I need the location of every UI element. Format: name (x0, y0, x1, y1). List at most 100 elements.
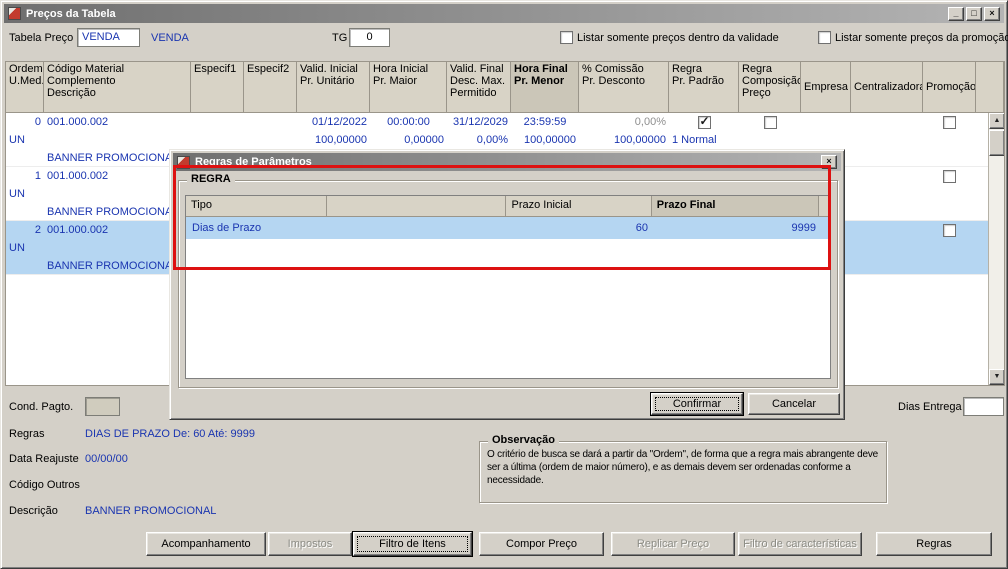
close-button[interactable]: × (984, 6, 1000, 21)
cancelar-button[interactable]: Cancelar (748, 393, 840, 415)
compor-preco-button[interactable]: Compor Preço (479, 532, 604, 556)
tabela-preco-input[interactable]: VENDA (77, 28, 140, 47)
listar-validade-label[interactable]: Listar somente preços dentro da validade (577, 32, 779, 44)
impostos-button[interactable]: Impostos (268, 532, 352, 556)
cell-pr-desconto: 100,00000 (614, 134, 666, 146)
col-header-empresa[interactable]: Empresa (801, 62, 851, 112)
col-header-prazo-inicial[interactable]: Prazo Inicial (506, 196, 652, 216)
cond-pagto-input[interactable] (85, 397, 120, 416)
observacao-text: O critério de busca se dará a partir da … (487, 449, 878, 486)
regras-value: DIAS DE PRAZO De: 60 Até: 9999 (85, 428, 255, 440)
regra-grid-row[interactable]: Dias de Prazo 60 9999 (186, 217, 830, 239)
col-header-hora-final[interactable]: Hora Final Pr. Menor (511, 62, 579, 112)
cell-ordem: 0 (34, 116, 41, 128)
cell-tipo: Dias de Prazo (192, 222, 262, 234)
window-title: Preços da Tabela (26, 7, 116, 20)
col-header-filler (819, 196, 830, 216)
scroll-up-icon[interactable]: ▲ (989, 113, 1004, 129)
dialog-title: Regras de Parâmetros (195, 156, 312, 168)
col-header-prazo-final[interactable]: Prazo Final (651, 196, 819, 216)
filtro-caracteristicas-button[interactable]: Filtro de características (738, 532, 862, 556)
filtro-itens-button[interactable]: Filtro de Itens (353, 532, 472, 556)
data-reajuste-value: 00/00/00 (85, 453, 128, 465)
dias-entrega-input[interactable] (963, 397, 1004, 416)
data-reajuste-label: Data Reajuste (9, 453, 79, 465)
main-window: Preços da Tabela _ □ × Tabela Preço VEND… (0, 0, 1008, 569)
observacao-title: Observação (488, 434, 559, 446)
descricao-value: BANNER PROMOCIONAL (85, 505, 217, 517)
regra-group: REGRA Tipo Prazo Inicial Prazo Final Dia… (178, 173, 838, 388)
col-header-centralizadora[interactable]: Centralizadora (851, 62, 923, 112)
vertical-scrollbar[interactable]: ▲ ▼ (988, 113, 1004, 385)
regras-parametros-dialog: Regras de Parâmetros × REGRA Tipo Prazo … (169, 149, 845, 420)
col-header-regra-padrao[interactable]: Regra Pr. Padrão (669, 62, 739, 112)
regra-grid-header: Tipo Prazo Inicial Prazo Final (186, 196, 830, 217)
minimize-button[interactable]: _ (948, 6, 964, 21)
col-header-comissao[interactable]: % Comissão Pr. Desconto (579, 62, 669, 112)
grid-header: Ordem U.Med. Código Material Complemento De… (5, 61, 1005, 113)
regra-grid: Tipo Prazo Inicial Prazo Final Dias de P… (185, 195, 831, 379)
cell-ordem: 2 (34, 224, 41, 236)
col-header-codigo-material[interactable]: Código Material Complemento Descrição (44, 62, 191, 112)
promocao-checkbox[interactable] (943, 115, 956, 129)
regras-button[interactable]: Regras (876, 532, 992, 556)
dialog-titlebar[interactable]: Regras de Parâmetros × (173, 153, 841, 171)
cell-pr-maior: 0,00000 (404, 134, 444, 146)
confirmar-button[interactable]: Confirmar (651, 393, 743, 415)
main-titlebar[interactable]: Preços da Tabela _ □ × (4, 4, 1004, 23)
observacao-group: Observação O critério de busca se dará a… (479, 434, 887, 503)
regras-label: Regras (9, 428, 45, 440)
cell-desc-max: 0,00% (476, 134, 508, 146)
acompanhamento-button[interactable]: Acompanhamento (146, 532, 266, 556)
col-header-hora-inicial[interactable]: Hora Inicial Pr. Maior (370, 62, 447, 112)
regra-composicao-checkbox[interactable] (763, 115, 777, 129)
listar-promocao-checkbox[interactable] (818, 31, 831, 44)
dialog-icon (177, 155, 190, 169)
regra-padrao-checkbox[interactable] (697, 114, 711, 129)
col-header-ordem[interactable]: Ordem U.Med. (6, 62, 44, 112)
listar-promocao-label[interactable]: Listar somente preços da promoção (835, 32, 1008, 44)
regra-group-label: REGRA (187, 173, 235, 185)
col-header-filler (976, 62, 1004, 112)
promocao-checkbox[interactable] (943, 169, 956, 183)
cell-prazo-inicial: 60 (635, 222, 648, 234)
dialog-close-button[interactable]: × (821, 155, 837, 169)
descricao-label: Descrição (9, 505, 58, 517)
cell-valid-final: 31/12/2029 (452, 116, 508, 128)
col-header-especif1[interactable]: Especif1 (191, 62, 244, 112)
tabela-preco-desc: VENDA (151, 32, 189, 44)
cell-pr-unitario: 100,00000 (315, 134, 367, 146)
scroll-down-icon[interactable]: ▼ (989, 369, 1004, 385)
col-header-blank[interactable] (327, 196, 507, 216)
cell-umed: UN (9, 134, 25, 146)
cell-hora-final: 23:59:59 (523, 116, 567, 128)
cell-valid-inicial: 01/12/2022 (311, 116, 367, 128)
dias-entrega-label: Dias Entrega (898, 401, 962, 413)
cell-ordem: 1 (34, 170, 41, 182)
cell-codigo: 001.000.002 (47, 116, 109, 128)
listar-validade-checkbox[interactable] (560, 31, 573, 44)
cell-hora-inicial: 00:00:00 (387, 116, 430, 128)
tg-input[interactable]: 0 (349, 28, 390, 47)
cell-umed: UN (9, 188, 25, 200)
col-header-valid-final[interactable]: Valid. Final Desc. Max. Permitido (447, 62, 511, 112)
cell-pr-menor: 100,00000 (524, 134, 576, 146)
app-icon (8, 7, 21, 20)
col-header-especif2[interactable]: Especif2 (244, 62, 297, 112)
col-header-promocao[interactable]: Promoção (923, 62, 976, 112)
promocao-checkbox[interactable] (943, 223, 956, 237)
cond-pagto-label: Cond. Pagto. (9, 401, 74, 413)
codigo-outros-label: Código Outros (9, 479, 80, 491)
replicar-preco-button[interactable]: Replicar Preço (611, 532, 735, 556)
cell-umed: UN (9, 242, 25, 254)
col-header-tipo[interactable]: Tipo (186, 196, 328, 216)
col-header-regra-composicao[interactable]: Regra Composição Preço (739, 62, 801, 112)
cell-comissao: 0,00% (634, 116, 666, 128)
tg-label: TG (332, 32, 348, 44)
col-header-valid-inicial[interactable]: Valid. Inicial Pr. Unitário (297, 62, 370, 112)
maximize-button[interactable]: □ (966, 6, 982, 21)
cell-prazo-final: 9999 (791, 222, 816, 234)
cell-regra: 1 Normal (672, 134, 717, 146)
scrollbar-thumb[interactable] (989, 130, 1004, 156)
tabela-preco-label: Tabela Preço (9, 32, 74, 44)
